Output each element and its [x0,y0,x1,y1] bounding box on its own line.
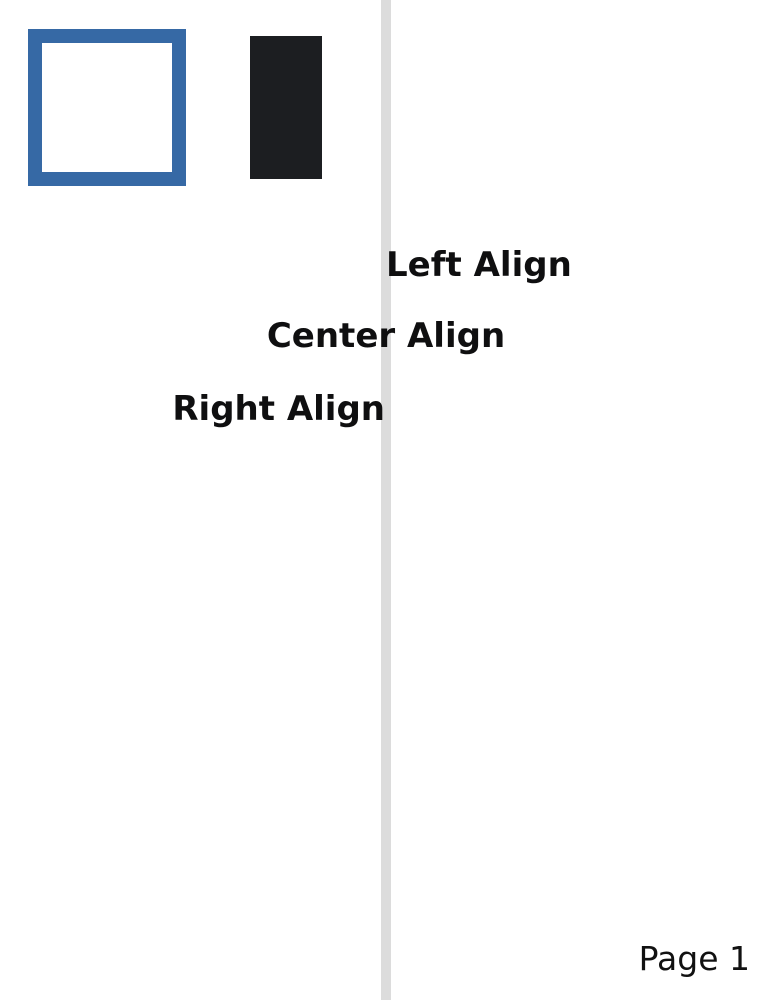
center-align-text: Center Align [266,316,506,356]
left-align-text: Left Align [386,245,572,285]
center-guide-line [381,0,391,1000]
dark-rectangle [250,36,322,179]
document-page: Left Align Center Align Right Align Page… [0,0,772,1000]
page-number: Page 1 [638,939,750,978]
blue-outlined-square [28,29,186,186]
right-align-text: Right Align [172,389,385,429]
